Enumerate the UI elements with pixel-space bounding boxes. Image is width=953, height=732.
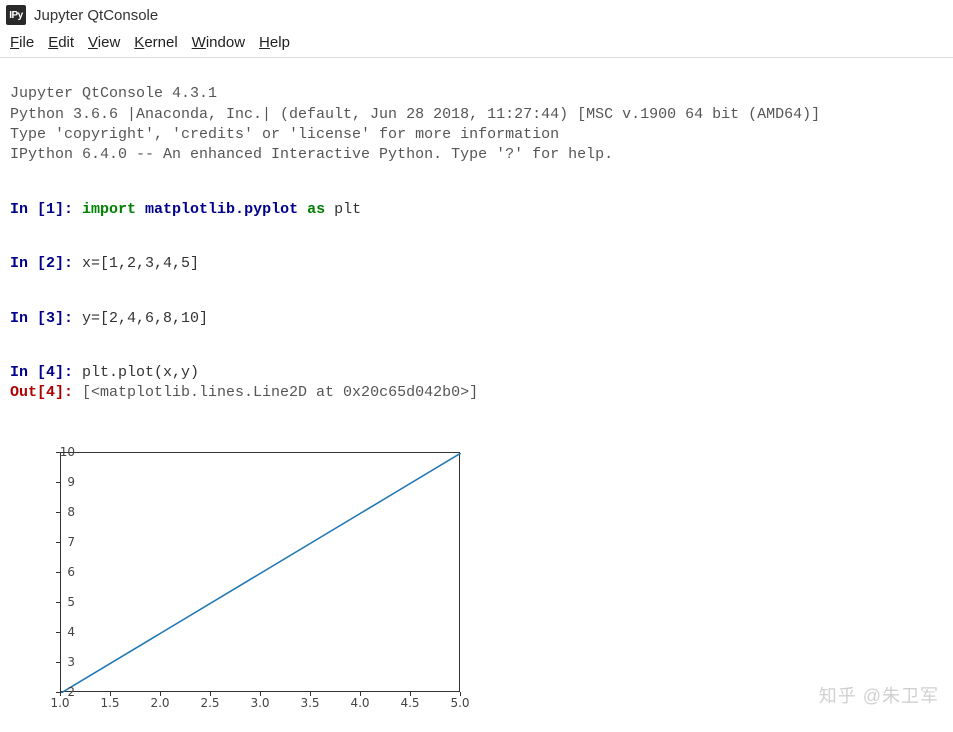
module-name: matplotlib.pyplot — [145, 201, 298, 218]
y-tick-mark-icon — [56, 662, 60, 663]
x-tick-mark-icon — [460, 692, 461, 696]
cell-2: In [2]: x=[1,2,3,4,5] — [10, 254, 943, 274]
cell-1: In [1]: import matplotlib.pyplot as plt — [10, 200, 943, 220]
x-tick-mark-icon — [360, 692, 361, 696]
output-prompt: Out[4]: — [10, 384, 82, 401]
menu-view[interactable]: View — [88, 34, 120, 51]
console-banner: Jupyter QtConsole 4.3.1 Python 3.6.6 |An… — [10, 84, 943, 165]
code-text: plt.plot(x,y) — [82, 364, 199, 381]
x-tick-label: 3.5 — [300, 696, 319, 710]
x-tick-mark-icon — [160, 692, 161, 696]
banner-line: Python 3.6.6 |Anaconda, Inc.| (default, … — [10, 106, 820, 123]
y-tick-label: 9 — [45, 475, 75, 489]
y-tick-label: 3 — [45, 655, 75, 669]
y-tick-label: 8 — [45, 505, 75, 519]
alias-name: plt — [334, 201, 361, 218]
y-tick-mark-icon — [56, 602, 60, 603]
x-tick-label: 2.5 — [200, 696, 219, 710]
console-output[interactable]: Jupyter QtConsole 4.3.1 Python 3.6.6 |An… — [0, 58, 953, 438]
y-tick-mark-icon — [56, 452, 60, 453]
y-tick-mark-icon — [56, 632, 60, 633]
menu-edit[interactable]: Edit — [48, 34, 74, 51]
plot-output: 23456789101.01.52.02.53.03.54.04.55.0 — [10, 442, 953, 732]
matplotlib-figure: 23456789101.01.52.02.53.03.54.04.55.0 — [10, 442, 480, 732]
banner-line: IPython 6.4.0 -- An enhanced Interactive… — [10, 146, 613, 163]
x-tick-mark-icon — [310, 692, 311, 696]
x-tick-mark-icon — [60, 692, 61, 696]
code-text: y=[2,4,6,8,10] — [82, 310, 208, 327]
x-tick-label: 2.0 — [150, 696, 169, 710]
input-prompt: In [3]: — [10, 310, 82, 327]
menu-file[interactable]: File — [10, 34, 34, 51]
plot-line-icon — [61, 453, 461, 693]
menu-kernel[interactable]: Kernel — [134, 34, 177, 51]
x-tick-label: 5.0 — [450, 696, 469, 710]
plot-axes — [60, 452, 460, 692]
code-text: x=[1,2,3,4,5] — [82, 255, 199, 272]
x-tick-mark-icon — [210, 692, 211, 696]
keyword-as: as — [307, 201, 325, 218]
x-tick-label: 1.0 — [50, 696, 69, 710]
input-prompt: In [4]: — [10, 364, 82, 381]
banner-line: Type 'copyright', 'credits' or 'license'… — [10, 126, 559, 143]
x-tick-label: 4.5 — [400, 696, 419, 710]
cell-3: In [3]: y=[2,4,6,8,10] — [10, 309, 943, 329]
output-value: [<matplotlib.lines.Line2D at 0x20c65d042… — [82, 384, 478, 401]
y-tick-mark-icon — [56, 542, 60, 543]
y-tick-label: 10 — [45, 445, 75, 459]
menu-window[interactable]: Window — [192, 34, 245, 51]
y-tick-label: 4 — [45, 625, 75, 639]
x-tick-mark-icon — [110, 692, 111, 696]
x-tick-label: 4.0 — [350, 696, 369, 710]
input-prompt: In [1]: — [10, 201, 82, 218]
input-prompt: In [2]: — [10, 255, 82, 272]
y-tick-label: 5 — [45, 595, 75, 609]
cell-4: In [4]: plt.plot(x,y) Out[4]: [<matplotl… — [10, 363, 943, 404]
y-tick-mark-icon — [56, 572, 60, 573]
watermark-text: 知乎 @朱卫军 — [819, 682, 939, 708]
x-tick-mark-icon — [260, 692, 261, 696]
menu-help[interactable]: Help — [259, 34, 290, 51]
app-logo-icon: IPy — [6, 5, 26, 25]
x-tick-mark-icon — [410, 692, 411, 696]
window-title: Jupyter QtConsole — [34, 7, 158, 24]
y-tick-label: 7 — [45, 535, 75, 549]
x-tick-label: 3.0 — [250, 696, 269, 710]
y-tick-label: 6 — [45, 565, 75, 579]
x-tick-label: 1.5 — [100, 696, 119, 710]
keyword-import: import — [82, 201, 136, 218]
y-tick-mark-icon — [56, 482, 60, 483]
titlebar: IPy Jupyter QtConsole — [0, 0, 953, 28]
y-tick-mark-icon — [56, 512, 60, 513]
menubar: File Edit View Kernel Window Help — [0, 28, 953, 58]
banner-line: Jupyter QtConsole 4.3.1 — [10, 85, 217, 102]
